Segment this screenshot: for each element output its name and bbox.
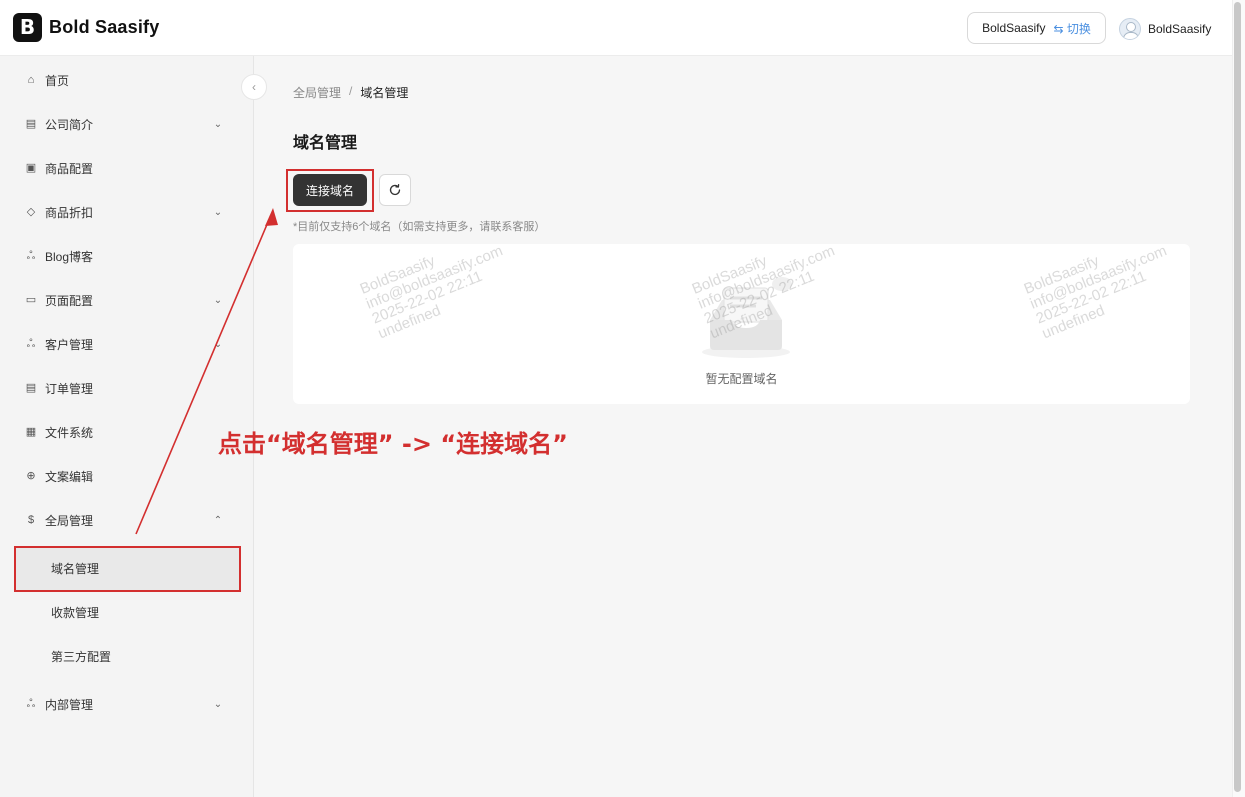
sidebar-item-label: 文件系统 (45, 425, 94, 440)
sidebar-item-discounts[interactable]: ◇ 商品折扣 ⌄ (0, 190, 254, 234)
sidebar-item-label: 文案编辑 (45, 469, 94, 484)
empty-state-text: 暂无配置域名 (705, 372, 778, 386)
annotation-text: 点击“域名管理” -> “连接域名” (218, 430, 568, 458)
chevron-up-icon: ⌃ (213, 514, 223, 526)
project-switcher[interactable]: BoldSaasify ⇆ 切换 (967, 12, 1106, 44)
sidebar-item-label: 第三方配置 (51, 649, 112, 664)
collapse-sidebar-button[interactable]: ‹ (241, 74, 267, 100)
users-icon: ஃ (26, 698, 36, 710)
chevron-left-icon: ‹ (252, 80, 256, 94)
sidebar-item-home[interactable]: ⌂ 首页 (0, 58, 254, 102)
sidebar-item-orders[interactable]: ▤ 订单管理 (0, 366, 254, 410)
scrollbar-thumb[interactable] (1234, 2, 1241, 792)
sidebar-item-label: 页面配置 (45, 293, 94, 308)
empty-inbox-icon (702, 277, 792, 358)
breadcrumb: 全局管理 / 域名管理 (293, 84, 408, 101)
sidebar-item-label: 首页 (45, 73, 70, 88)
tag-icon: ◇ (26, 206, 36, 218)
monitor-icon: ▭ (25, 294, 37, 306)
building-icon: ▤ (25, 118, 37, 130)
chevron-down-icon: ⌄ (213, 698, 223, 710)
switch-label: ⇆ 切换 (1053, 21, 1091, 36)
sidebar-item-label: 订单管理 (45, 381, 94, 396)
avatar (1119, 18, 1141, 40)
brand-name: Bold Saasify (49, 17, 160, 37)
page-title: 域名管理 (293, 135, 358, 152)
users-icon: ஃ (26, 250, 36, 262)
project-name: BoldSaasify (982, 21, 1046, 35)
breadcrumb-item[interactable]: 全局管理 (293, 84, 341, 101)
domain-limit-note: *目前仅支持6个域名（如需支持更多，请联系客服） (293, 221, 546, 233)
sidebar-item-files[interactable]: ▦ 文件系统 (0, 410, 254, 454)
user-name: BoldSaasify (1148, 22, 1212, 36)
file-icon: ▦ (25, 426, 37, 438)
refresh-icon (389, 183, 401, 196)
document-icon: ▤ (25, 382, 37, 394)
sidebar-item-products[interactable]: ▣ 商品配置 (0, 146, 254, 190)
globe-icon: ⊕ (26, 470, 36, 482)
connect-domain-button[interactable]: 连接域名 (293, 174, 367, 206)
chevron-down-icon: ⌄ (213, 118, 223, 130)
sidebar-item-global[interactable]: $ 全局管理 ⌃ (0, 498, 254, 542)
sidebar-item-customers[interactable]: ஃ 客户管理 ⌄ (0, 322, 254, 366)
sidebar-item-company[interactable]: ▤ 公司简介 ⌄ (0, 102, 254, 146)
sidebar-item-internal[interactable]: ஃ 内部管理 ⌄ (0, 682, 254, 726)
brand-logo: B (13, 13, 42, 42)
sidebar-item-label: 全局管理 (45, 513, 94, 528)
sidebar: ⌂ 首页 ▤ 公司简介 ⌄ ▣ 商品配置 ◇ 商品折扣 ⌄ ஃ Blog博客 ▭… (0, 56, 254, 797)
box-icon: ▣ (25, 162, 37, 174)
sidebar-item-blog[interactable]: ஃ Blog博客 (0, 234, 254, 278)
users-icon: ஃ (26, 338, 36, 350)
dollar-circle-icon: $ (27, 514, 35, 526)
sidebar-item-pages[interactable]: ▭ 页面配置 ⌄ (0, 278, 254, 322)
user-menu[interactable]: BoldSaasify (1119, 18, 1211, 40)
home-icon: ⌂ (27, 74, 35, 86)
sidebar-item-label: 内部管理 (45, 697, 94, 712)
breadcrumb-current: 域名管理 (360, 86, 409, 100)
empty-state-card: 暂无配置域名 (293, 244, 1190, 404)
sidebar-item-label: Blog博客 (45, 249, 94, 264)
sidebar-subitem-third-party[interactable]: 第三方配置 (14, 634, 240, 678)
brand[interactable]: B Bold Saasify (13, 13, 159, 42)
chevron-down-icon: ⌄ (213, 294, 223, 306)
sidebar-item-label: 收款管理 (51, 605, 100, 620)
chevron-down-icon: ⌄ (213, 338, 223, 350)
sidebar-subitem-domains[interactable]: 域名管理 (14, 546, 240, 590)
sidebar-item-label: 商品折扣 (45, 205, 94, 220)
sidebar-item-label: 商品配置 (45, 161, 94, 176)
chevron-down-icon: ⌄ (213, 206, 223, 218)
sidebar-item-label: 域名管理 (51, 561, 100, 576)
top-header: B Bold Saasify BoldSaasify ⇆ 切换 BoldSaas… (0, 0, 1232, 56)
sidebar-item-label: 公司简介 (45, 117, 94, 132)
sidebar-subitem-payments[interactable]: 收款管理 (14, 590, 240, 634)
breadcrumb-separator: / (349, 84, 353, 98)
sidebar-item-label: 客户管理 (45, 337, 94, 352)
refresh-button[interactable] (379, 174, 411, 206)
sidebar-item-copywriting[interactable]: ⊕ 文案编辑 (0, 454, 254, 498)
